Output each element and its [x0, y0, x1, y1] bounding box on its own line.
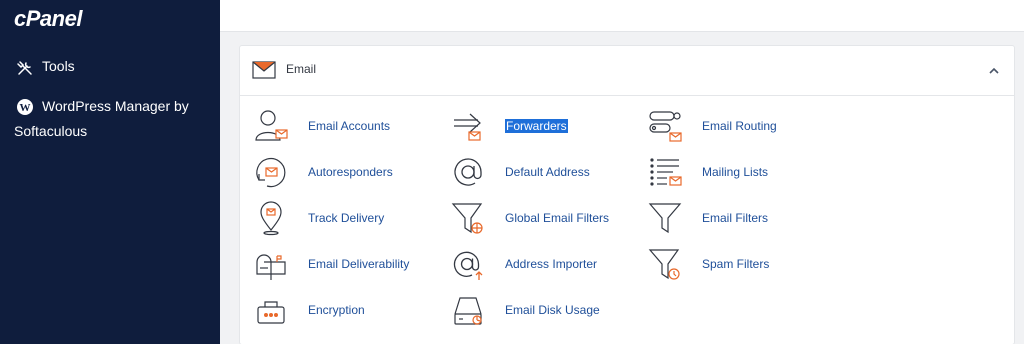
cpanel-logo[interactable]: cPanel	[14, 6, 82, 32]
tool-label: Email Deliverability	[308, 257, 410, 271]
tool-label: Encryption	[308, 303, 365, 317]
wordpress-icon: W	[14, 97, 36, 117]
tool-label: Spam Filters	[702, 257, 770, 271]
tool-spam-filters[interactable]: Spam Filters	[645, 244, 769, 284]
tool-email-disk-usage[interactable]: Email Disk Usage	[448, 290, 600, 330]
tools-icon	[14, 58, 36, 78]
tool-address-importer[interactable]: Address Importer	[448, 244, 597, 284]
tool-label: Default Address	[505, 165, 590, 179]
email-panel-header[interactable]: Email	[240, 46, 1014, 96]
tool-default-address[interactable]: Default Address	[448, 152, 590, 192]
tool-label: Address Importer	[505, 257, 598, 271]
tool-label: Track Delivery	[308, 211, 385, 225]
top-bar	[220, 0, 1024, 32]
forwarders-icon	[448, 106, 488, 146]
svg-text:W: W	[20, 102, 31, 114]
sidebar: cPanel Tools W WordPress Manager by Soft…	[0, 0, 220, 344]
sidebar-item-tools[interactable]: Tools	[14, 58, 75, 78]
chevron-up-icon[interactable]	[988, 63, 1000, 81]
tool-track-delivery[interactable]: Track Delivery	[251, 198, 384, 238]
tool-label: Email Filters	[702, 211, 769, 225]
disk-usage-icon	[448, 290, 488, 330]
address-importer-icon	[448, 244, 488, 284]
encryption-icon	[251, 290, 291, 330]
tool-label: Email Accounts	[308, 119, 391, 133]
sidebar-item-label: Tools	[42, 58, 75, 74]
track-delivery-icon	[251, 198, 291, 238]
tool-label: Autoresponders	[308, 165, 393, 179]
spam-filter-icon	[645, 244, 685, 284]
sidebar-item-label: WordPress Manager by	[42, 98, 189, 114]
envelope-icon	[252, 61, 276, 84]
global-filter-icon	[448, 198, 488, 238]
at-sign-icon	[448, 152, 488, 192]
tool-encryption[interactable]: Encryption	[251, 290, 365, 330]
panel-title: Email	[286, 62, 317, 76]
email-accounts-icon	[251, 106, 291, 146]
email-panel: Email Email Accounts Autoresponders Trac…	[239, 45, 1015, 344]
sidebar-item-wordpress-manager[interactable]: W WordPress Manager by Softaculous	[14, 94, 214, 144]
mailing-lists-icon	[645, 152, 685, 192]
sidebar-item-label-continued: Softaculous	[14, 123, 88, 139]
tool-email-routing[interactable]: Email Routing	[645, 106, 777, 146]
tool-forwarders[interactable]: Forwarders	[448, 106, 568, 146]
autoresponders-icon	[251, 152, 291, 192]
tool-label: Mailing Lists	[702, 165, 769, 179]
tool-autoresponders[interactable]: Autoresponders	[251, 152, 393, 192]
tool-email-accounts[interactable]: Email Accounts	[251, 106, 390, 146]
tool-global-email-filters[interactable]: Global Email Filters	[448, 198, 609, 238]
email-routing-icon	[645, 106, 685, 146]
tool-label: Email Routing	[702, 119, 777, 133]
tool-label: Email Disk Usage	[505, 303, 600, 317]
tool-label: Global Email Filters	[505, 211, 610, 225]
filter-icon	[645, 198, 685, 238]
tool-email-filters[interactable]: Email Filters	[645, 198, 768, 238]
tool-email-deliverability[interactable]: Email Deliverability	[251, 244, 409, 284]
mailbox-icon	[251, 244, 291, 284]
tool-label: Forwarders	[505, 119, 568, 133]
tool-mailing-lists[interactable]: Mailing Lists	[645, 152, 768, 192]
